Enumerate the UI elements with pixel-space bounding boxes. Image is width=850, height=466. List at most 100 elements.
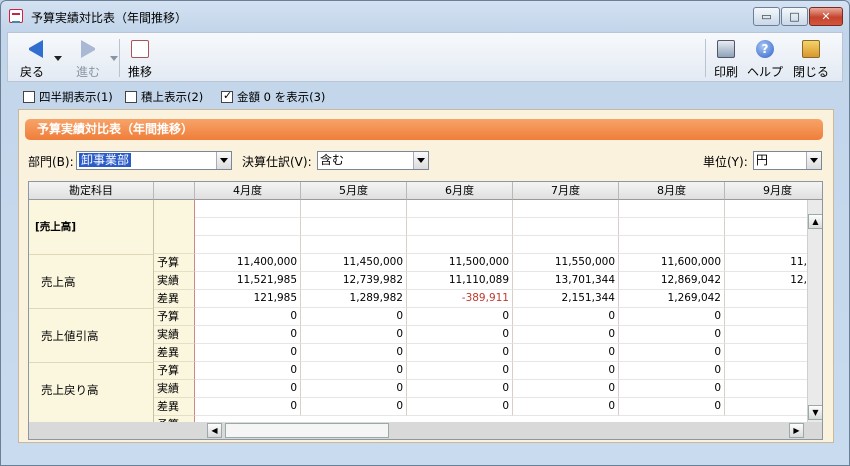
grid-cell[interactable]: 0 (619, 362, 725, 380)
minimize-button[interactable]: ▭ (753, 7, 780, 26)
grid-cell[interactable] (195, 200, 301, 218)
grid-cell[interactable]: 0 (301, 362, 407, 380)
scroll-down-button[interactable]: ▼ (808, 405, 822, 420)
close-window-button[interactable]: ✕ (809, 7, 843, 26)
month-column-header[interactable]: 9月度 (725, 182, 822, 200)
grid-cell[interactable]: 0 (407, 308, 513, 326)
month-column-header[interactable]: 4月度 (195, 182, 301, 200)
grid-cell[interactable]: 0 (301, 308, 407, 326)
grid-cell[interactable]: 0 (513, 362, 619, 380)
type-cell (154, 200, 195, 254)
grid-cell[interactable]: 13,701,344 (513, 272, 619, 290)
forward-button[interactable]: 進む (66, 36, 110, 80)
month-column-header[interactable]: 5月度 (301, 182, 407, 200)
grid-cell[interactable] (301, 236, 407, 254)
grid-cell[interactable]: 11,110,089 (407, 272, 513, 290)
grid-cell[interactable] (301, 200, 407, 218)
grid-cell[interactable]: 0 (407, 398, 513, 416)
grid-cell[interactable]: 0 (619, 326, 725, 344)
grid-cell[interactable]: 0 (195, 308, 301, 326)
grid-cell[interactable] (513, 236, 619, 254)
grid-cell[interactable]: 0 (619, 398, 725, 416)
show-zero-amount-checkbox[interactable]: 金額 0 を表示(3) (221, 89, 341, 106)
vertical-scrollbar[interactable]: ▲ ▼ (807, 200, 822, 422)
grid-cell[interactable]: 0 (513, 344, 619, 362)
account-column-header[interactable]: 勘定科目 (29, 182, 154, 200)
checkbox-box[interactable] (221, 89, 233, 103)
grid-cell[interactable] (407, 236, 513, 254)
grid-cell[interactable]: -389,911 (407, 290, 513, 308)
grid-cell[interactable]: 0 (513, 326, 619, 344)
scroll-thumb[interactable] (225, 423, 389, 438)
scroll-left-button[interactable]: ◀ (207, 423, 222, 438)
checkbox-box[interactable] (125, 91, 137, 103)
department-select[interactable]: 卸事業部 (76, 151, 232, 170)
grid-cell[interactable] (513, 200, 619, 218)
grid-cell[interactable]: 0 (407, 344, 513, 362)
settlement-select[interactable]: 含む (317, 151, 429, 170)
scroll-right-button[interactable]: ▶ (789, 423, 804, 438)
grid-cell[interactable]: 0 (195, 362, 301, 380)
quarterly-display-checkbox[interactable]: 四半期表示(1) (23, 90, 123, 106)
grid-cell[interactable] (195, 236, 301, 254)
grid-cell[interactable] (619, 218, 725, 236)
grid-cell[interactable]: 0 (513, 398, 619, 416)
month-column-header[interactable]: 6月度 (407, 182, 513, 200)
grid-cell[interactable] (513, 218, 619, 236)
budget-actual-grid[interactable]: 予算00000差異00000実績00000予算売上戻り高00000差異00000… (28, 181, 823, 440)
grid-cell[interactable]: 0 (195, 380, 301, 398)
type-cell: 実績 (154, 272, 195, 290)
chevron-down-icon[interactable] (413, 152, 428, 169)
grid-cell[interactable]: 0 (301, 398, 407, 416)
grid-cell[interactable]: 11,400,000 (195, 254, 301, 272)
grid-cell[interactable]: 0 (301, 344, 407, 362)
grid-cell[interactable]: 121,985 (195, 290, 301, 308)
grid-cell[interactable]: 0 (407, 362, 513, 380)
grid-cell[interactable]: 1,269,042 (619, 290, 725, 308)
section-label: [売上高] (29, 200, 154, 254)
month-column-header[interactable]: 8月度 (619, 182, 725, 200)
grid-cell[interactable]: 11,600,000 (619, 254, 725, 272)
grid-cell[interactable]: 0 (195, 326, 301, 344)
grid-cell[interactable] (407, 200, 513, 218)
grid-cell[interactable]: 11,500,000 (407, 254, 513, 272)
grid-cell[interactable]: 0 (195, 398, 301, 416)
grid-cell[interactable] (407, 218, 513, 236)
back-dropdown-button[interactable] (52, 36, 64, 80)
grid-cell[interactable]: 0 (619, 344, 725, 362)
grid-cell[interactable]: 0 (513, 380, 619, 398)
unit-select[interactable]: 円 (753, 151, 822, 170)
grid-cell[interactable]: 0 (407, 326, 513, 344)
grid-cell[interactable]: 11,450,000 (301, 254, 407, 272)
grid-cell[interactable]: 0 (195, 344, 301, 362)
scroll-up-button[interactable]: ▲ (808, 214, 822, 229)
print-button[interactable]: 印刷 (708, 36, 744, 80)
maximize-button[interactable]: □ (781, 7, 808, 26)
grid-cell[interactable]: 2,151,344 (513, 290, 619, 308)
grid-cell[interactable]: 0 (619, 308, 725, 326)
trend-button[interactable]: 推移 (120, 36, 160, 80)
checkbox-box[interactable] (23, 91, 35, 103)
grid-cell[interactable] (301, 218, 407, 236)
chevron-down-icon[interactable] (216, 152, 231, 169)
grid-cell[interactable]: 12,739,982 (301, 272, 407, 290)
grid-cell[interactable] (619, 236, 725, 254)
back-button[interactable]: 戻る (12, 36, 52, 80)
chevron-down-icon[interactable] (806, 152, 821, 169)
cumulative-display-checkbox[interactable]: 積上表示(2) (125, 90, 211, 106)
grid-cell[interactable]: 0 (301, 326, 407, 344)
help-button[interactable]: ? ヘルプ (744, 36, 786, 80)
grid-cell[interactable]: 12,869,042 (619, 272, 725, 290)
horizontal-scrollbar[interactable]: ◀ ▶ (29, 422, 822, 439)
grid-cell[interactable]: 0 (301, 380, 407, 398)
grid-cell[interactable]: 11,550,000 (513, 254, 619, 272)
grid-cell[interactable] (619, 200, 725, 218)
grid-cell[interactable] (195, 218, 301, 236)
close-button[interactable]: 閉じる (788, 36, 834, 80)
month-column-header[interactable]: 7月度 (513, 182, 619, 200)
grid-cell[interactable]: 1,289,982 (301, 290, 407, 308)
grid-cell[interactable]: 0 (407, 380, 513, 398)
grid-cell[interactable]: 0 (619, 380, 725, 398)
grid-cell[interactable]: 0 (513, 308, 619, 326)
grid-cell[interactable]: 11,521,985 (195, 272, 301, 290)
